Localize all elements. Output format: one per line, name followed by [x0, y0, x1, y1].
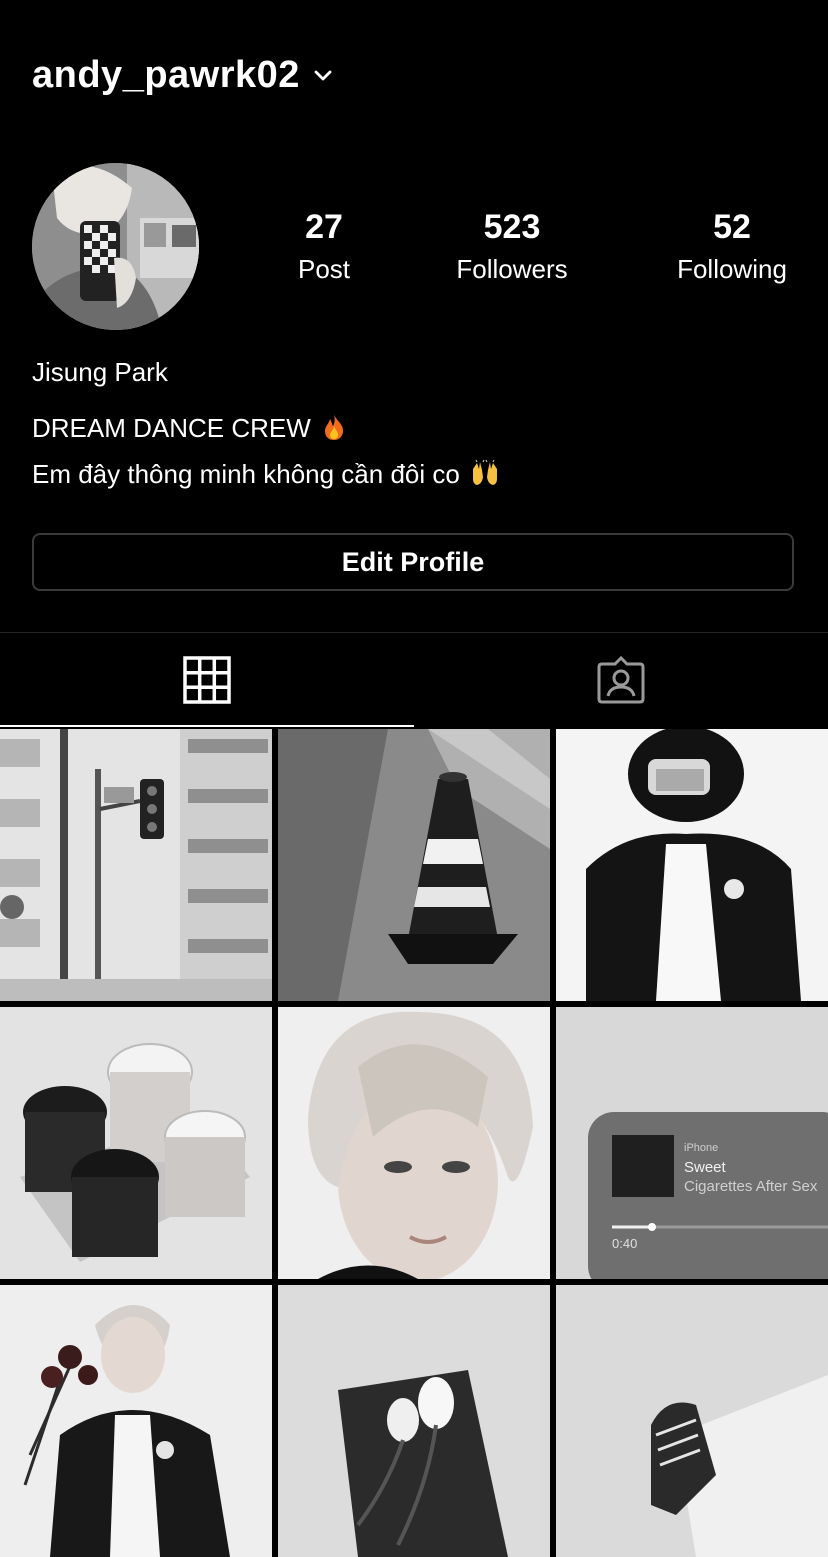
- avatar[interactable]: [32, 163, 199, 330]
- music-time: 0:40: [612, 1236, 637, 1251]
- account-switcher[interactable]: andy_pawrk02: [32, 48, 334, 102]
- post-image-street: [0, 729, 272, 1001]
- music-source: iPhone: [684, 1142, 718, 1154]
- grid-icon: [183, 656, 231, 704]
- bio-line-2: Em đây thông minh không cần đôi co: [32, 456, 500, 496]
- stat-posts[interactable]: 27 Post: [244, 205, 404, 289]
- bio-text-1: DREAM DANCE CREW: [32, 413, 311, 443]
- tagged-person-icon: [597, 656, 645, 704]
- post-tile[interactable]: [0, 729, 272, 1001]
- edit-profile-button[interactable]: Edit Profile: [32, 533, 794, 591]
- following-label: Following: [677, 254, 787, 284]
- stat-following[interactable]: 52 Following: [652, 205, 812, 289]
- music-song-title: Sweet: [684, 1159, 727, 1176]
- post-image-helmet: [556, 729, 828, 1001]
- post-image-portrait: [278, 1007, 550, 1279]
- post-tile[interactable]: [556, 1285, 828, 1557]
- display-name: Jisung Park: [32, 357, 168, 387]
- post-tile[interactable]: [278, 729, 550, 1001]
- raising-hands-emoji-icon: [470, 459, 500, 496]
- music-artist: Cigarettes After Sex: [684, 1178, 818, 1195]
- followers-label: Followers: [456, 254, 568, 284]
- bio-text-2: Em đây thông minh không cần đôi co: [32, 459, 460, 489]
- stat-followers[interactable]: 523 Followers: [432, 205, 592, 289]
- bio-line-1: DREAM DANCE CREW: [32, 410, 347, 450]
- tab-tagged[interactable]: [414, 633, 828, 727]
- post-image-tulips: [278, 1285, 550, 1557]
- post-image-sneaker: [556, 1285, 828, 1557]
- post-image-music-player: iPhone Sweet Cigarettes After Sex 0:40: [556, 1007, 828, 1279]
- post-image-coffee: [0, 1007, 272, 1279]
- posts-count: 27: [305, 208, 343, 246]
- post-tile[interactable]: [556, 729, 828, 1001]
- post-image-roses: [0, 1285, 272, 1557]
- post-tile[interactable]: [278, 1285, 550, 1557]
- post-tile[interactable]: iPhone Sweet Cigarettes After Sex 0:40: [556, 1007, 828, 1279]
- post-image-cone: [278, 729, 550, 1001]
- post-tile[interactable]: [0, 1285, 272, 1557]
- tab-posts-grid[interactable]: [0, 633, 414, 727]
- following-count: 52: [713, 208, 751, 246]
- active-tab-indicator: [0, 725, 414, 727]
- username: andy_pawrk02: [32, 53, 300, 96]
- post-tile[interactable]: [0, 1007, 272, 1279]
- posts-label: Post: [297, 254, 351, 284]
- post-tile[interactable]: [278, 1007, 550, 1279]
- followers-count: 523: [483, 208, 541, 246]
- fire-emoji-icon: [321, 413, 347, 450]
- chevron-down-icon: [314, 70, 332, 81]
